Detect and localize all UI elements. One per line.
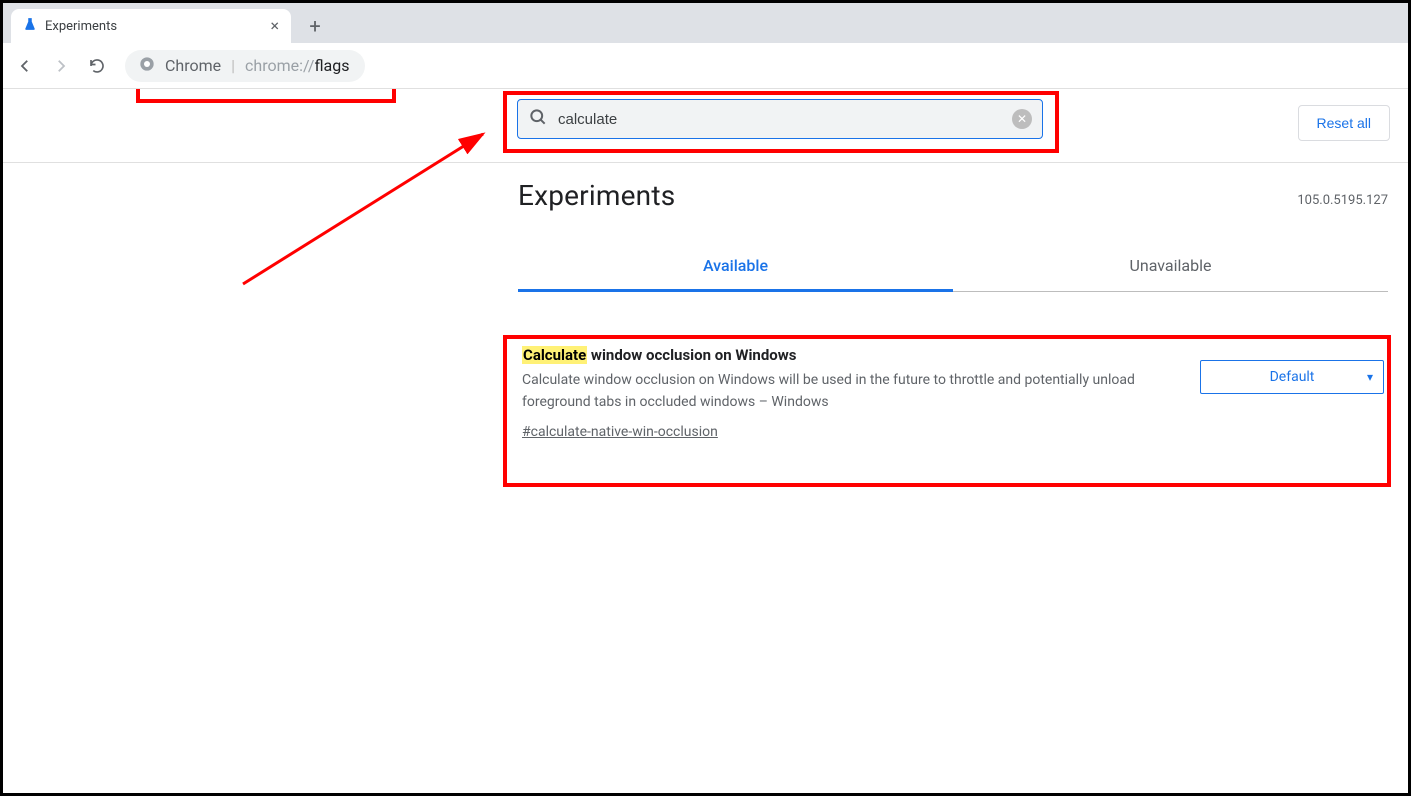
flag-description: Calculate window occlusion on Windows wi… (522, 370, 1170, 413)
address-separator: | (231, 56, 235, 75)
browser-tab[interactable]: Experiments × (11, 9, 291, 43)
forward-button[interactable] (47, 52, 75, 80)
new-tab-button[interactable]: + (301, 12, 329, 40)
page-content: Reset all ✕ Experiments 105.0.5195.127 A… (3, 89, 1408, 793)
page-title: Experiments (518, 179, 675, 212)
reset-all-button[interactable]: Reset all (1298, 105, 1390, 141)
address-origin-label: Chrome (165, 56, 221, 75)
chrome-icon (139, 56, 155, 76)
address-bar[interactable]: Chrome | chrome://flags (125, 50, 365, 82)
chevron-down-icon: ▾ (1367, 370, 1373, 384)
tab-title-label: Experiments (45, 19, 262, 34)
flask-icon (23, 17, 37, 35)
search-icon (528, 107, 548, 131)
flag-id-link[interactable]: #calculate-native-win-occlusion (522, 424, 718, 440)
flag-item: Calculate window occlusion on Windows Ca… (518, 342, 1388, 444)
tab-unavailable[interactable]: Unavailable (953, 244, 1388, 291)
close-icon[interactable]: × (270, 18, 279, 34)
browser-toolbar: Chrome | chrome://flags (3, 43, 1408, 89)
reload-button[interactable] (83, 52, 111, 80)
search-flags-box[interactable]: ✕ (517, 99, 1043, 139)
tab-available[interactable]: Available (518, 244, 953, 292)
flag-tabs: Available Unavailable (518, 244, 1388, 292)
flag-title: Calculate window occlusion on Windows (522, 346, 1170, 364)
flag-state-select[interactable]: Default ▾ (1200, 360, 1384, 394)
chrome-version-label: 105.0.5195.127 (1297, 193, 1388, 208)
tab-strip: Experiments × + (3, 3, 1408, 43)
flag-state-value: Default (1270, 369, 1315, 385)
address-url: chrome://flags (245, 56, 349, 75)
clear-search-icon[interactable]: ✕ (1012, 109, 1032, 129)
back-button[interactable] (11, 52, 39, 80)
search-input[interactable] (558, 111, 1002, 128)
